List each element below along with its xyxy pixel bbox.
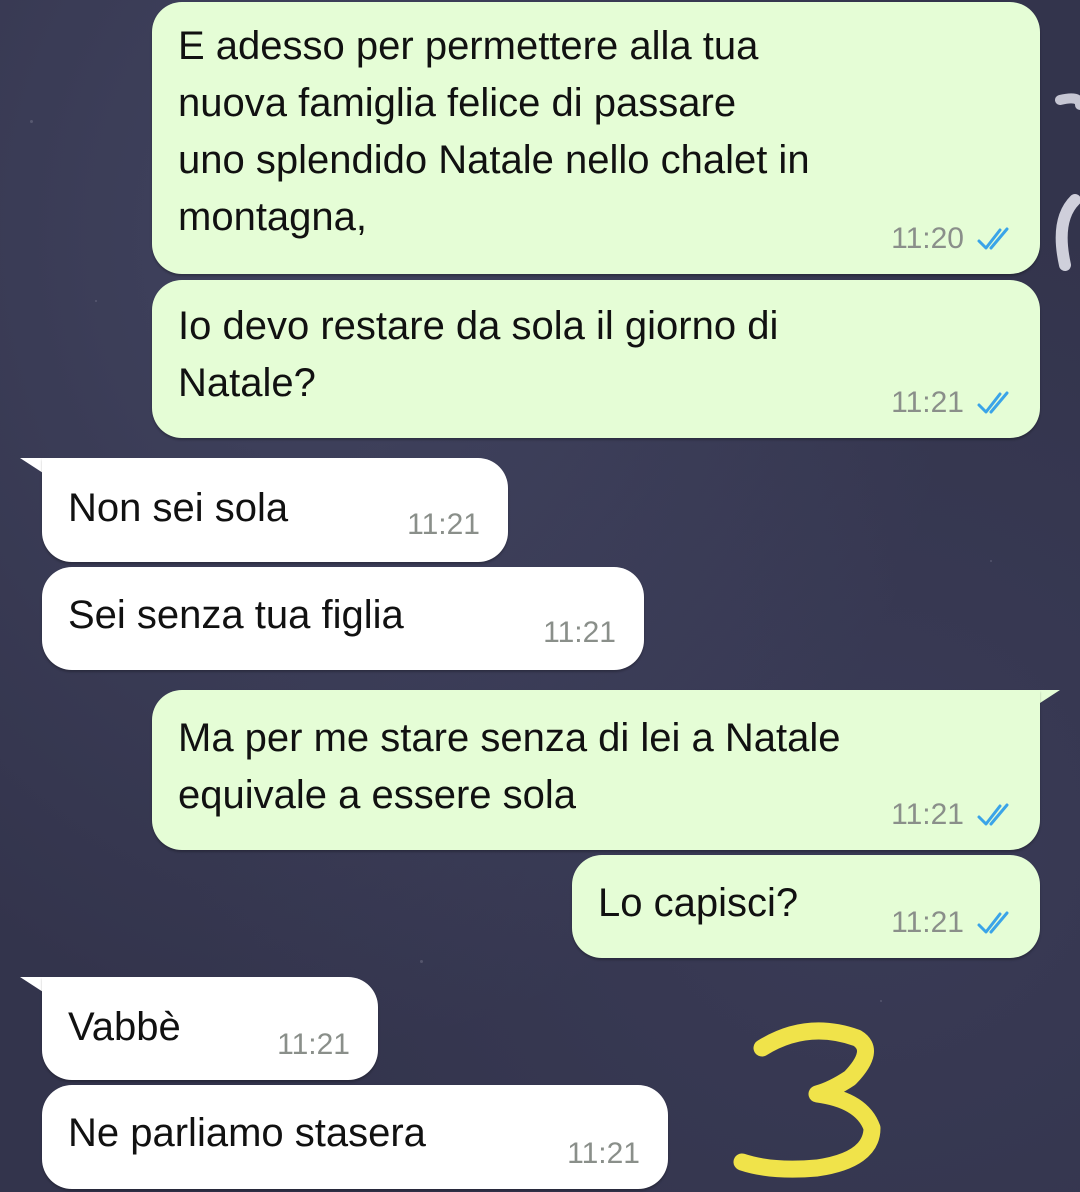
message-meta: 11:21 xyxy=(277,1028,350,1062)
message-text: Non sei sola xyxy=(68,486,289,530)
double-check-icon xyxy=(977,911,1009,934)
message-bubble-incoming[interactable]: Ne parliamo stasera 11:21 xyxy=(42,1085,668,1189)
message-time: 11:21 xyxy=(543,616,616,649)
double-check-icon xyxy=(977,803,1009,826)
message-meta: 11:21 xyxy=(891,798,1016,832)
message-text: Io devo restare da sola il giorno di Nat… xyxy=(178,304,779,405)
message-time: 11:21 xyxy=(891,386,964,419)
message-time: 11:21 xyxy=(407,508,480,541)
chat-area[interactable]: E adesso per permettere alla tua nuova f… xyxy=(0,0,1080,1192)
message-bubble-incoming[interactable]: Vabbè 11:21 xyxy=(42,977,378,1080)
message-time: 11:21 xyxy=(277,1028,350,1061)
message-meta: 11:21 xyxy=(567,1137,640,1171)
message-meta: 11:21 xyxy=(543,616,616,650)
message-text: Sei senza tua figlia xyxy=(68,593,404,637)
message-bubble-outgoing[interactable]: E adesso per permettere alla tua nuova f… xyxy=(152,2,1040,274)
handwritten-number-three xyxy=(733,1022,881,1178)
message-text: Ma per me stare senza di lei a Natale eq… xyxy=(178,716,841,817)
message-text: E adesso per permettere alla tua nuova f… xyxy=(178,24,810,239)
message-meta: 11:20 xyxy=(891,222,1016,256)
message-bubble-outgoing[interactable]: Lo capisci? 11:21 xyxy=(572,855,1040,958)
message-time: 11:21 xyxy=(891,906,964,939)
message-meta: 11:21 xyxy=(891,386,1016,420)
message-text: Vabbè xyxy=(68,1005,181,1049)
double-check-icon xyxy=(977,227,1009,250)
message-bubble-incoming[interactable]: Non sei sola 11:21 xyxy=(42,458,508,562)
message-time: 11:21 xyxy=(891,798,964,831)
message-bubble-outgoing[interactable]: Io devo restare da sola il giorno di Nat… xyxy=(152,280,1040,438)
message-bubble-incoming[interactable]: Sei senza tua figlia 11:21 xyxy=(42,567,644,670)
message-text: Ne parliamo stasera xyxy=(68,1111,426,1155)
message-meta: 11:21 xyxy=(891,906,1016,940)
double-check-icon xyxy=(977,391,1009,414)
message-meta: 11:21 xyxy=(407,508,480,542)
message-time: 11:20 xyxy=(891,222,964,255)
message-text: Lo capisci? xyxy=(598,881,799,925)
message-time: 11:21 xyxy=(567,1137,640,1170)
message-bubble-outgoing[interactable]: Ma per me stare senza di lei a Natale eq… xyxy=(152,690,1040,850)
